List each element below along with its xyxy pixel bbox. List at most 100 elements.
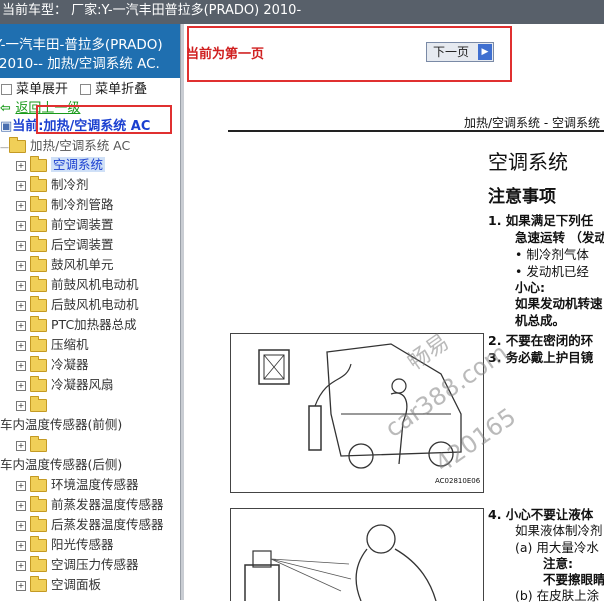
vehicle-info: 当前车型： 厂家:Y-一汽丰田普拉多(PRADO) 2010-	[2, 3, 302, 18]
expand-plus-icon[interactable]: +	[16, 480, 26, 491]
tree-item[interactable]: + 环境温度传感器	[0, 475, 180, 495]
folder-icon	[30, 536, 47, 552]
folder-icon	[30, 356, 47, 372]
folder-open-icon	[9, 137, 26, 153]
expand-plus-icon[interactable]: +	[16, 240, 26, 251]
expand-plus-icon[interactable]: +	[16, 260, 26, 271]
tree-root[interactable]: — 加热/空调系统 AC	[0, 135, 130, 154]
tree-item-label: 制冷剂	[51, 177, 89, 192]
tree-item-label: 冷凝器	[51, 357, 89, 372]
tree-item[interactable]: +	[0, 395, 180, 415]
tree-item[interactable]: + 后鼓风机电动机	[0, 295, 180, 315]
nav-tree: + 空调系统 + 制冷剂 + 制冷剂管路 + 前空调装置 + 后空调装置 + 鼓风机单元 +…	[0, 155, 180, 595]
collapse-box-icon	[80, 84, 92, 95]
nav-header-line1: Y-一汽丰田-普拉多(PRADO)	[0, 37, 163, 53]
tree-item[interactable]: + 鼓风机单元	[0, 255, 180, 275]
folder-icon	[30, 256, 47, 272]
tree-item-label: 环境温度传感器	[51, 477, 139, 492]
folder-icon	[30, 196, 47, 212]
expand-plus-icon[interactable]: +	[16, 540, 26, 551]
tree-item-label: PTC加热器总成	[51, 317, 137, 332]
tree-item-label: 鼓风机单元	[51, 257, 114, 272]
tree-item[interactable]: + 空调面板	[0, 575, 180, 595]
folder-icon	[30, 396, 47, 412]
tree-item-bare[interactable]: 车内温度传感器(后侧)	[0, 455, 180, 475]
doc-title: 空调系统	[488, 150, 568, 174]
expand-box-icon	[1, 84, 12, 95]
doc-line: (b) 在皮肤上涂	[515, 588, 600, 603]
expand-plus-icon[interactable]: +	[16, 300, 26, 311]
first-page-notice: 当前为第一页	[186, 47, 265, 62]
tree-item[interactable]: + PTC加热器总成	[0, 315, 180, 335]
folder-icon	[30, 316, 47, 332]
expand-plus-icon[interactable]: +	[16, 320, 26, 331]
tree-item-label: 空调压力传感器	[51, 557, 139, 572]
tree-item-label: 冷凝器风扇	[51, 377, 114, 392]
tree-root-label: 加热/空调系统 AC	[30, 138, 131, 153]
folder-icon	[30, 476, 47, 492]
tree-item[interactable]: + 后蒸发器温度传感器	[0, 515, 180, 535]
tree-item-label: 压缩机	[51, 337, 89, 352]
expand-plus-icon[interactable]: +	[16, 280, 26, 291]
illustration-caption: AC02810E06	[435, 477, 481, 485]
top-status-bar: 当前车型： 厂家:Y-一汽丰田普拉多(PRADO) 2010-	[0, 0, 604, 24]
tree-item-label: 空调面板	[51, 577, 102, 592]
tree-item[interactable]: + 前鼓风机电动机	[0, 275, 180, 295]
tree-item[interactable]: + 空调系统	[0, 155, 180, 175]
expand-plus-icon[interactable]: +	[16, 580, 26, 591]
tree-item-label: 阳光传感器	[51, 537, 114, 552]
folder-icon	[30, 336, 47, 352]
expand-plus-icon[interactable]: +	[16, 340, 26, 351]
tree-item[interactable]: + 空调压力传感器	[0, 555, 180, 575]
expand-plus-icon[interactable]: +	[16, 180, 26, 191]
folder-icon	[30, 496, 47, 512]
tree-item[interactable]: + 制冷剂	[0, 175, 180, 195]
tree-item[interactable]: + 冷凝器	[0, 355, 180, 375]
folder-icon	[30, 556, 47, 572]
folder-icon	[30, 576, 47, 592]
expand-plus-icon[interactable]: +	[16, 400, 26, 411]
tree-item[interactable]: + 冷凝器风扇	[0, 375, 180, 395]
illustration-refrigerant-spray	[230, 508, 484, 601]
expand-plus-icon[interactable]: +	[16, 220, 26, 231]
folder-icon	[30, 296, 47, 312]
menu-expand-button[interactable]: 菜单展开	[16, 82, 68, 97]
expand-plus-icon[interactable]: +	[16, 360, 26, 371]
folder-icon	[30, 436, 47, 452]
tree-item[interactable]: +	[0, 435, 180, 455]
section-header: 加热/空调系统 - 空调系统	[464, 116, 601, 130]
doc-subtitle: 注意事项	[488, 187, 556, 207]
folder-icon	[30, 376, 47, 392]
folder-icon	[30, 176, 47, 192]
tree-item[interactable]: + 前蒸发器温度传感器	[0, 495, 180, 515]
back-arrow-icon: ⇦	[0, 101, 16, 116]
expand-plus-icon[interactable]: +	[16, 500, 26, 511]
expand-plus-icon[interactable]: +	[16, 560, 26, 571]
expand-plus-icon[interactable]: +	[16, 520, 26, 531]
expand-plus-icon[interactable]: +	[16, 440, 26, 451]
next-page-button[interactable]: 下一页 ▶	[426, 42, 494, 62]
nav-header-line2: -2010-- 加热/空调系统 AC.	[0, 56, 160, 72]
tree-item[interactable]: + 压缩机	[0, 335, 180, 355]
tree-item-label: 前蒸发器温度传感器	[51, 497, 164, 512]
expand-plus-icon[interactable]: +	[16, 160, 26, 171]
tree-item-label: 前鼓风机电动机	[51, 277, 139, 292]
tree-item-label: 后蒸发器温度传感器	[51, 517, 164, 532]
tree-item[interactable]: + 后空调装置	[0, 235, 180, 255]
folder-icon	[30, 216, 47, 232]
menu-collapse-button[interactable]: 菜单折叠	[95, 82, 147, 97]
expand-plus-icon[interactable]: +	[16, 380, 26, 391]
highlight-box-current	[36, 105, 172, 134]
tree-item-label: 前空调装置	[51, 217, 114, 232]
tree-item-bare[interactable]: 车内温度传感器(前侧)	[0, 415, 180, 435]
folder-icon	[30, 236, 47, 252]
tree-item-label: 后空调装置	[51, 237, 114, 252]
tree-item[interactable]: + 阳光传感器	[0, 535, 180, 555]
tree-item-label-selected: 空调系统	[51, 157, 106, 172]
tree-item[interactable]: + 制冷剂管路	[0, 195, 180, 215]
illustration-drawing	[244, 524, 437, 601]
expand-plus-icon[interactable]: +	[16, 200, 26, 211]
doc-line: 机总成。	[515, 313, 566, 328]
computer-icon: ▣	[0, 119, 13, 134]
tree-item[interactable]: + 前空调装置	[0, 215, 180, 235]
